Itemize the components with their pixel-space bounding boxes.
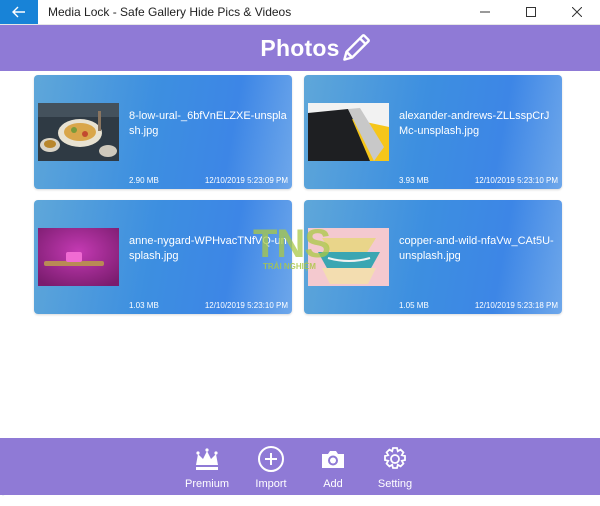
photo-filename: anne-nygard-WPHvacTNfVQ-unsplash.jpg: [129, 235, 287, 262]
add-button[interactable]: Add: [303, 444, 363, 492]
maximize-button[interactable]: [508, 0, 554, 24]
photo-thumbnail: [308, 228, 389, 286]
photo-filename: copper-and-wild-nfaVw_CAt5U-unsplash.jpg: [399, 235, 554, 262]
photo-thumbnail: [38, 103, 119, 161]
title-bar: Media Lock - Safe Gallery Hide Pics & Vi…: [0, 0, 600, 25]
premium-button[interactable]: Premium: [177, 444, 237, 492]
photo-card[interactable]: copper-and-wild-nfaVw_CAt5U-unsplash.jpg…: [304, 200, 562, 314]
close-icon: [572, 7, 582, 17]
photo-card[interactable]: alexander-andrews-ZLLsspCrJMc-unsplash.j…: [304, 75, 562, 189]
close-button[interactable]: [554, 0, 600, 24]
photo-thumbnail: [38, 228, 119, 286]
plus-circle-icon: [258, 446, 284, 472]
photo-date: 12/10/2019 5:23:10 PM: [474, 176, 558, 185]
photo-size: 3.93 MB: [399, 176, 429, 185]
photo-size: 1.05 MB: [399, 301, 429, 310]
back-button[interactable]: [0, 0, 38, 24]
maximize-icon: [526, 7, 536, 17]
minimize-button[interactable]: [462, 0, 508, 24]
camera-icon: [322, 451, 344, 468]
app-title: Media Lock - Safe Gallery Hide Pics & Vi…: [48, 5, 292, 19]
photo-filename: 8-low-ural-_6bfVnELZXE-unsplash.jpg: [129, 110, 287, 137]
photo-grid: 8-low-ural-_6bfVnELZXE-unsplash.jpg 2.90…: [0, 71, 600, 497]
photo-card[interactable]: anne-nygard-WPHvacTNfVQ-unsplash.jpg 1.0…: [34, 200, 292, 314]
edit-button[interactable]: [336, 30, 374, 68]
import-label: Import: [255, 478, 287, 490]
minimize-icon: [480, 11, 490, 13]
bottom-nav: Premium Import Add Setting: [0, 438, 600, 495]
photo-date: 12/10/2019 5:23:18 PM: [474, 301, 558, 310]
photo-size: 2.90 MB: [129, 176, 159, 185]
photo-thumbnail: [308, 103, 389, 161]
photo-date: 12/10/2019 5:23:10 PM: [204, 301, 288, 310]
photo-filename: alexander-andrews-ZLLsspCrJMc-unsplash.j…: [399, 110, 550, 137]
photo-card[interactable]: 8-low-ural-_6bfVnELZXE-unsplash.jpg 2.90…: [34, 75, 292, 189]
setting-button[interactable]: Setting: [365, 444, 425, 492]
add-label: Add: [323, 478, 343, 490]
photo-size: 1.03 MB: [129, 301, 159, 310]
gear-icon: [384, 447, 406, 469]
premium-label: Premium: [184, 478, 229, 490]
back-arrow-icon: [12, 6, 25, 18]
import-button[interactable]: Import: [241, 444, 301, 492]
page-title: Photos: [260, 34, 340, 61]
photo-date: 12/10/2019 5:23:09 PM: [204, 176, 288, 185]
page-header: Photos: [0, 25, 600, 71]
pencil-icon: [343, 34, 370, 61]
crown-icon: [196, 448, 218, 470]
setting-label: Setting: [377, 478, 413, 490]
